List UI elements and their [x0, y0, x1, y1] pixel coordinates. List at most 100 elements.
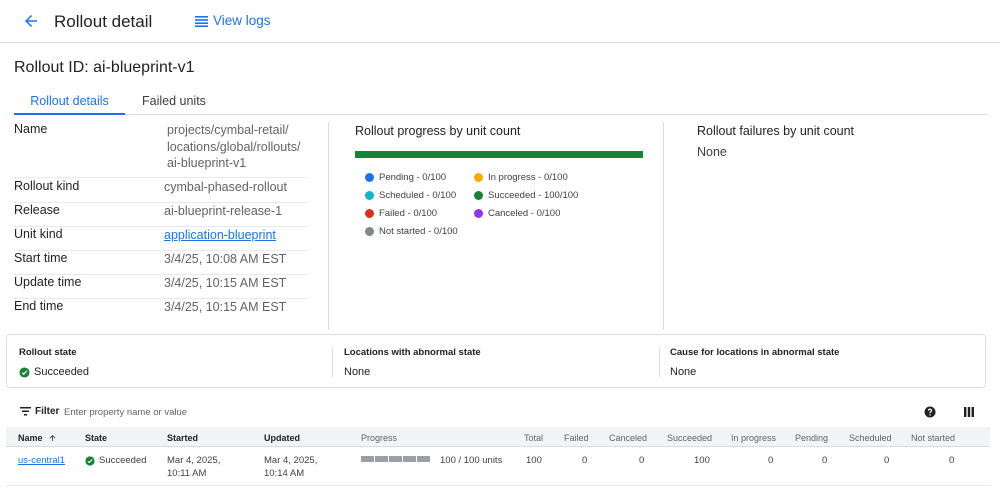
legend-label: Not started - 0/100	[379, 226, 458, 237]
rollout-progress-bar	[355, 151, 643, 158]
started-date: Mar 4, 2025,	[167, 455, 221, 466]
progress-segment	[389, 456, 402, 462]
column-header-scheduled[interactable]: Scheduled	[849, 433, 892, 443]
column-header-succeeded[interactable]: Succeeded	[667, 433, 712, 443]
unit-location-link[interactable]: us-central1	[18, 454, 65, 467]
tab-rollout-details[interactable]: Rollout details	[14, 94, 125, 115]
filter-input[interactable]	[64, 404, 364, 420]
property-value: 3/4/25, 10:08 AM EST	[164, 252, 287, 266]
panel-divider	[663, 122, 664, 330]
property-label: End time	[14, 299, 64, 313]
row-state-text: Succeeded	[99, 455, 147, 466]
column-header-not-started[interactable]: Not started	[911, 433, 955, 443]
legend-label: Failed - 0/100	[379, 208, 438, 219]
rollout-state-value: Succeeded	[19, 366, 89, 378]
column-header-canceled[interactable]: Canceled	[609, 433, 647, 443]
unit-kind-link[interactable]: application-blueprint	[164, 227, 276, 244]
column-header-in-progress[interactable]: In progress	[731, 433, 776, 443]
abnormal-locations-value: None	[344, 366, 371, 378]
abnormal-cause: Cause for locations in abnormal state No…	[670, 347, 839, 378]
column-header-failed[interactable]: Failed	[564, 433, 589, 443]
failures-title: Rollout failures by unit count	[697, 124, 855, 138]
legend-scheduled: Scheduled - 0/100	[365, 190, 456, 201]
abnormal-locations: Locations with abnormal state None	[344, 347, 481, 378]
name-line: projects/cymbal-retail/	[167, 123, 289, 137]
check-circle-icon	[19, 366, 30, 378]
column-header-updated[interactable]: Updated	[264, 433, 300, 443]
legend-pending: Pending - 0/100	[365, 172, 446, 183]
list-icon	[195, 15, 208, 27]
filter-icon	[20, 407, 31, 416]
property-label: Rollout kind	[14, 179, 80, 193]
property-release: Release ai-blueprint-release-1	[14, 203, 308, 227]
back-arrow-icon[interactable]	[22, 12, 40, 30]
progress-segment	[375, 456, 388, 462]
abnormal-cause-label: Cause for locations in abnormal state	[670, 347, 840, 358]
check-circle-icon	[85, 455, 95, 466]
row-progress-bar	[361, 456, 431, 462]
property-value: projects/cymbal-retail/ locations/global…	[167, 122, 300, 172]
name-line: locations/global/rollouts/	[167, 139, 301, 154]
property-unit-kind: Unit kind application-blueprint	[14, 227, 308, 251]
legend-label: Pending - 0/100	[379, 172, 447, 183]
row-canceled: 0	[639, 455, 645, 466]
row-failed: 0	[582, 455, 588, 466]
property-value: cymbal-phased-rollout	[164, 180, 287, 194]
progress-segment	[403, 456, 416, 462]
state-divider	[332, 347, 333, 377]
state-divider	[659, 347, 660, 377]
abnormal-cause-value: None	[670, 366, 697, 378]
column-header-pending[interactable]: Pending	[795, 433, 828, 443]
column-display-icon[interactable]	[964, 407, 974, 417]
started-time: 10:11 AM	[167, 468, 207, 479]
not-started-dot-icon	[365, 227, 374, 236]
sort-up-arrow-icon	[49, 435, 56, 441]
legend-canceled: Canceled - 0/100	[474, 208, 560, 219]
updated-time: 10:14 AM	[264, 468, 305, 479]
rollout-state-text: Succeeded	[34, 366, 90, 378]
panel-divider	[328, 122, 329, 330]
column-header-name[interactable]: Name	[18, 433, 57, 443]
tab-bar: Rollout details Failed units	[14, 90, 988, 115]
legend-label: Scheduled - 0/100	[379, 190, 457, 201]
property-label: Unit kind	[14, 227, 63, 241]
legend-label: Canceled - 0/100	[488, 208, 561, 219]
row-scheduled: 0	[884, 455, 890, 466]
rollout-state-card: Rollout state Succeeded Locations with a…	[6, 334, 986, 388]
view-logs-button[interactable]: View logs	[195, 13, 271, 28]
property-label: Release	[14, 203, 60, 217]
filter-button[interactable]: Filter	[20, 406, 59, 417]
filter-label: Filter	[35, 406, 60, 417]
row-in-progress: 0	[768, 455, 774, 466]
table-row: us-central1 Succeeded Mar 4, 2025, 10:11…	[6, 448, 990, 486]
row-not-started: 0	[949, 455, 955, 466]
legend-label: In progress - 0/100	[488, 172, 568, 183]
row-updated: Mar 4, 2025, 10:14 AM	[264, 454, 317, 480]
table-header: Name State Started Updated Progress Tota…	[6, 427, 990, 447]
page-title: Rollout detail	[54, 12, 153, 31]
updated-date: Mar 4, 2025,	[264, 455, 318, 466]
scheduled-dot-icon	[365, 191, 374, 200]
progress-title: Rollout progress by unit count	[355, 124, 521, 138]
column-header-state[interactable]: State	[85, 433, 107, 443]
legend-in-progress: In progress - 0/100	[474, 172, 568, 183]
column-header-progress[interactable]: Progress	[361, 433, 397, 443]
column-header-started[interactable]: Started	[167, 433, 198, 443]
property-value: 3/4/25, 10:15 AM EST	[164, 300, 287, 314]
view-logs-label: View logs	[213, 13, 271, 28]
column-header-total[interactable]: Total	[524, 433, 543, 443]
legend-label: Succeeded - 100/100	[488, 190, 579, 201]
property-end-time: End time 3/4/25, 10:15 AM EST	[14, 299, 308, 323]
property-start-time: Start time 3/4/25, 10:08 AM EST	[14, 251, 308, 275]
pending-dot-icon	[365, 173, 374, 182]
row-total: 100	[526, 455, 542, 466]
property-value: ai-blueprint-release-1	[164, 204, 283, 218]
tab-failed-units[interactable]: Failed units	[142, 94, 206, 115]
progress-fill	[355, 151, 643, 158]
row-state: Succeeded	[85, 454, 147, 467]
canceled-dot-icon	[474, 209, 483, 218]
rollout-state-label: Rollout state	[19, 347, 77, 358]
help-icon[interactable]	[924, 406, 936, 418]
abnormal-locations-label: Locations with abnormal state	[344, 347, 481, 358]
property-value: 3/4/25, 10:15 AM EST	[164, 276, 287, 290]
